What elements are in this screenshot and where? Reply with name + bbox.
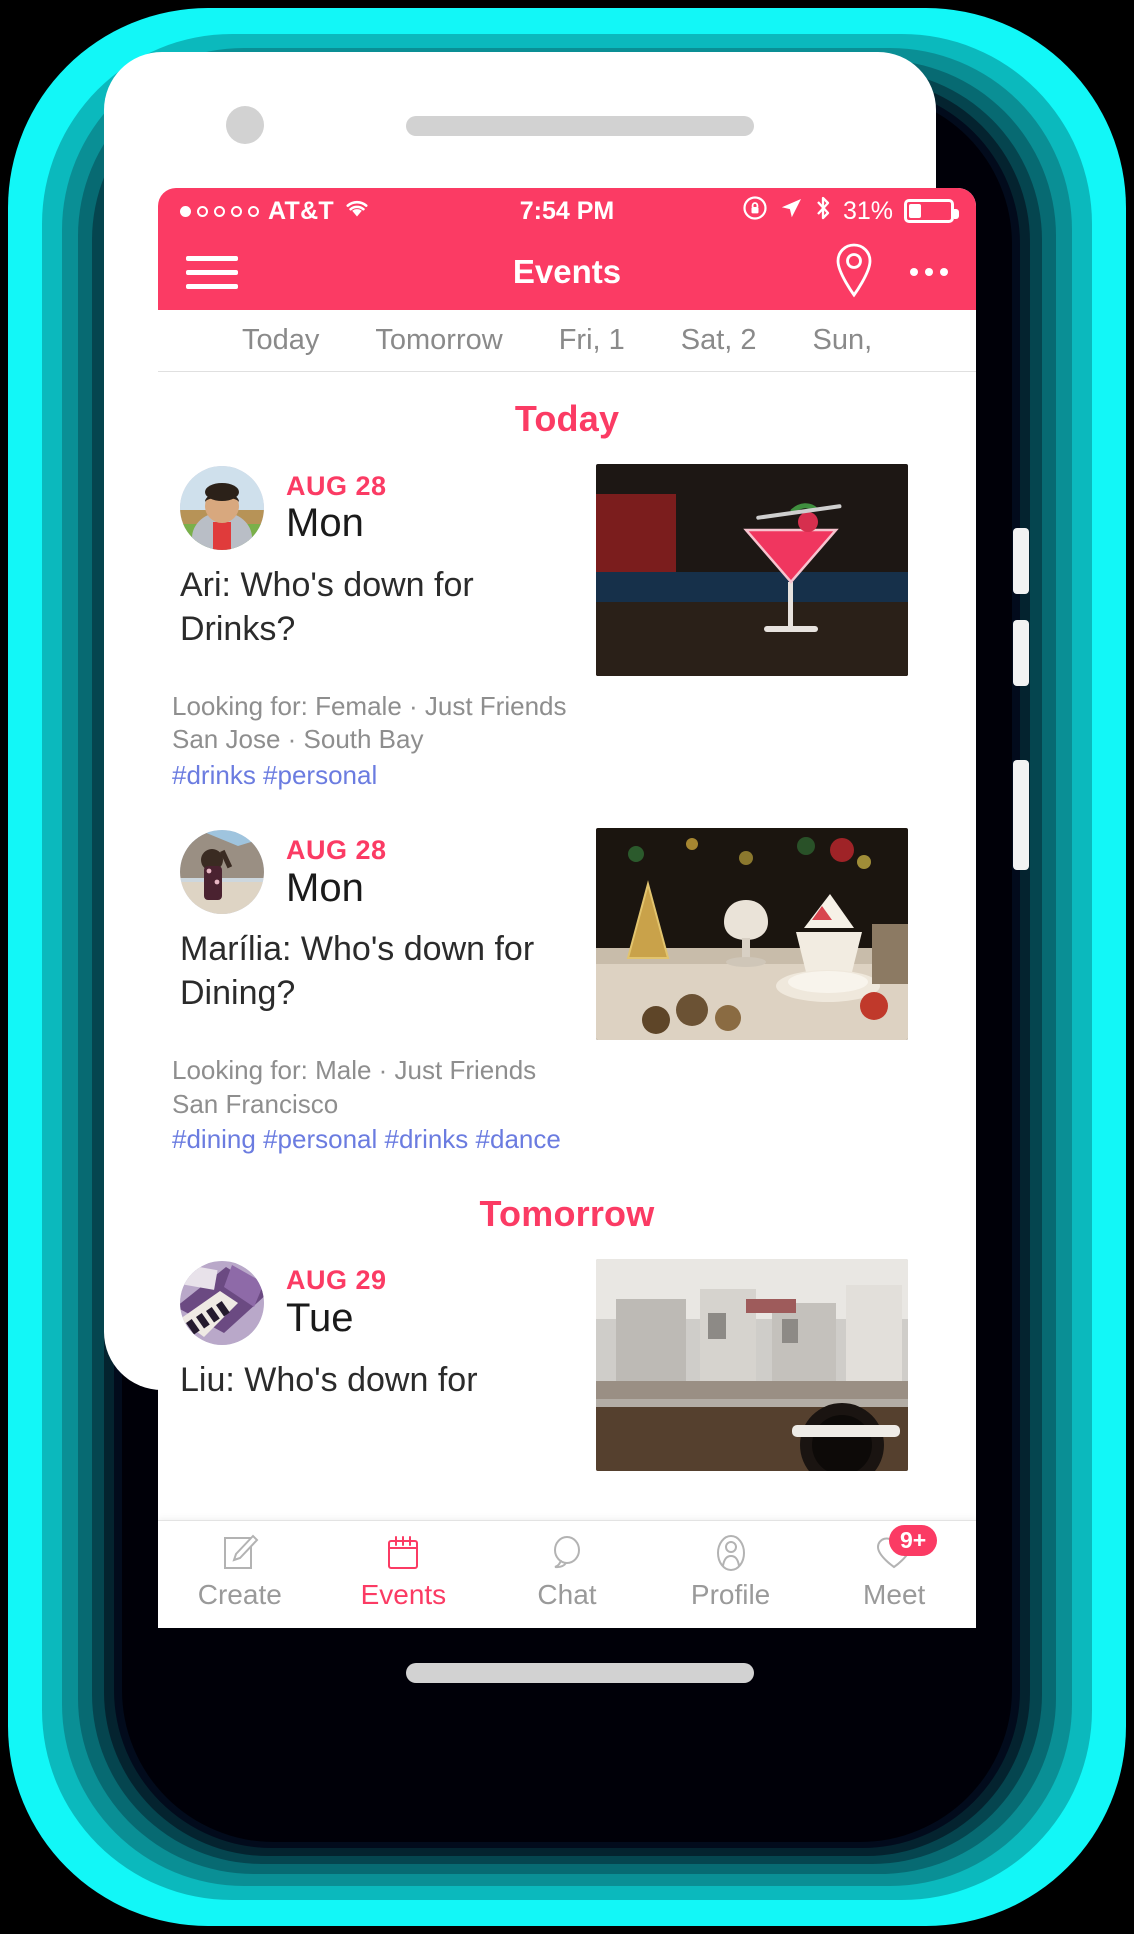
event-location: San Francisco xyxy=(172,1088,339,1119)
date-tab-3[interactable]: Sat, 2 xyxy=(653,324,785,357)
event-weekday: Mon xyxy=(286,501,364,546)
tab-label-chat: Chat xyxy=(537,1579,597,1610)
heart-icon: 9+ xyxy=(873,1525,938,1575)
event-looking-for: Looking for: Female · Just Friends xyxy=(172,691,567,721)
phone-side-button-volume-down[interactable] xyxy=(1013,620,1029,686)
event-date: AUG 29 Tue xyxy=(286,1265,387,1340)
tab-label-meet: Meet xyxy=(863,1579,926,1610)
status-bar-right: 31% xyxy=(742,195,959,228)
tab-label-profile: Profile xyxy=(690,1579,771,1610)
event-card[interactable]: AUG 28 Mon Marília: Who's down for Dinin… xyxy=(158,802,976,1166)
event-weekday: Tue xyxy=(286,1295,354,1340)
phone-side-button-volume-up[interactable] xyxy=(1013,528,1029,594)
event-card[interactable]: AUG 29 Tue Liu: Who's down for xyxy=(158,1249,976,1472)
front-camera-icon xyxy=(226,106,264,144)
event-weekday: Mon xyxy=(286,865,364,910)
earpiece-speaker xyxy=(406,116,754,136)
event-photo[interactable] xyxy=(596,1258,908,1471)
compose-icon xyxy=(221,1531,259,1575)
battery-percent-label: 31% xyxy=(842,196,893,225)
wifi-icon xyxy=(343,197,371,226)
signal-strength-icon xyxy=(180,205,259,217)
event-title: Liu: Who's down for xyxy=(180,1360,478,1399)
tab-events[interactable]: Events xyxy=(322,1521,486,1611)
avatar[interactable] xyxy=(180,830,264,915)
tab-meet[interactable]: 9+ Meet xyxy=(812,1521,976,1611)
status-bar: AT&T 7:54 PM 31% xyxy=(158,188,976,234)
chat-bubble-icon xyxy=(547,1531,587,1575)
phone-side-button-power[interactable] xyxy=(1013,760,1029,870)
event-month-day: AUG 29 xyxy=(286,1265,387,1296)
event-date: AUG 28 Mon xyxy=(286,470,387,546)
event-month-day: AUG 28 xyxy=(286,470,387,501)
event-hashtags[interactable]: #drinks #personal xyxy=(172,759,976,793)
hamburger-menu-icon[interactable] xyxy=(186,255,238,289)
event-hashtags[interactable]: #dining #personal #drinks #dance xyxy=(172,1123,976,1157)
person-icon xyxy=(711,1531,751,1575)
screenshot-stage: AT&T 7:54 PM 31% Events Today Tomorrow F… xyxy=(0,0,1134,1934)
tab-profile[interactable]: Profile xyxy=(649,1521,813,1611)
battery-icon xyxy=(904,199,959,223)
meet-unread-badge: 9+ xyxy=(888,1525,938,1557)
event-title: Marília: Who's down for Dining? xyxy=(180,930,535,1012)
date-tab-1[interactable]: Tomorrow xyxy=(347,324,530,357)
event-photo[interactable] xyxy=(596,464,908,676)
date-tab-2[interactable]: Fri, 1 xyxy=(531,324,653,357)
home-indicator-bar[interactable] xyxy=(406,1663,754,1683)
event-title: Ari: Who's down for Drinks? xyxy=(180,566,474,648)
event-meta: Looking for: Male · Just Friends San Fra… xyxy=(158,1040,976,1156)
section-heading-today: Today xyxy=(514,398,620,439)
tab-label-create: Create xyxy=(197,1579,282,1610)
status-bar-left: AT&T xyxy=(180,197,742,226)
event-month-day: AUG 28 xyxy=(286,835,387,866)
navigation-bar: Events xyxy=(158,234,976,310)
avatar[interactable] xyxy=(180,466,264,550)
more-options-icon[interactable] xyxy=(910,268,948,276)
date-tab-0[interactable]: Today xyxy=(214,324,347,357)
events-feed[interactable]: Today AUG 28 Mon Ari: Who's down for Dri… xyxy=(158,372,976,1472)
location-arrow-icon xyxy=(779,196,803,227)
phone-screen: AT&T 7:54 PM 31% Events Today Tomorrow F… xyxy=(158,188,976,1628)
tab-label-events: Events xyxy=(360,1579,447,1610)
rotation-lock-icon xyxy=(742,195,768,228)
event-meta: Looking for: Female · Just Friends San J… xyxy=(158,676,976,792)
carrier-label: AT&T xyxy=(268,196,334,225)
tab-create[interactable]: Create xyxy=(158,1521,322,1611)
date-tab-4[interactable]: Sun, xyxy=(785,324,901,357)
event-photo[interactable] xyxy=(596,828,908,1041)
section-heading-tomorrow: Tomorrow xyxy=(479,1192,655,1234)
event-card[interactable]: AUG 28 Mon Ari: Who's down for Drinks? L… xyxy=(158,454,976,802)
tab-chat[interactable]: Chat xyxy=(485,1521,649,1611)
date-tabs[interactable]: Today Tomorrow Fri, 1 Sat, 2 Sun, xyxy=(158,310,976,372)
navigation-bar-actions xyxy=(832,242,948,303)
avatar[interactable] xyxy=(180,1260,264,1345)
event-location: San Jose · South Bay xyxy=(172,724,424,755)
event-looking-for: Looking for: Male · Just Friends xyxy=(172,1055,537,1086)
calendar-icon xyxy=(384,1531,422,1575)
map-pin-icon[interactable] xyxy=(832,242,876,303)
event-date: AUG 28 Mon xyxy=(286,835,387,910)
bottom-tab-bar[interactable]: Create Events Chat Profile 9+ Meet xyxy=(158,1520,976,1628)
bluetooth-icon xyxy=(814,195,832,228)
